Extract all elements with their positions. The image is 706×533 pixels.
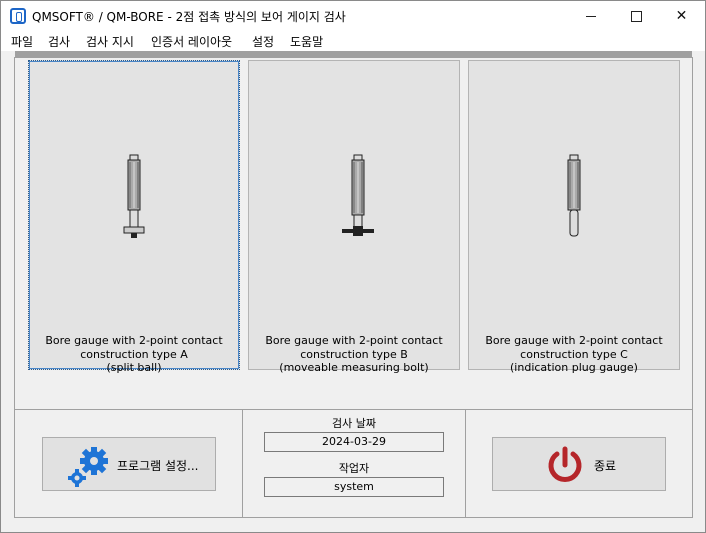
gears-icon — [68, 447, 108, 487]
inspection-date-label: 검사 날짜 — [332, 417, 376, 430]
close-button[interactable]: ✕ — [659, 1, 704, 31]
right-divider — [465, 410, 466, 517]
inspection-date-field[interactable]: 2024-03-29 — [264, 432, 444, 452]
title-bar: QMSOFT® / QM-BORE - 2점 접촉 방식의 보어 게이지 검사 … — [1, 1, 705, 31]
main-panel: Bore gauge with 2-point contact construc… — [14, 57, 693, 518]
operator-field[interactable]: system — [264, 477, 444, 497]
menu-bar: 파일 검사 검사 지시 인증서 레이아웃 설정 도움말 — [1, 31, 705, 51]
app-icon — [10, 8, 26, 24]
bore-gauge-plug-icon — [567, 154, 581, 237]
bore-gauge-split-ball-icon — [123, 154, 145, 238]
gauge-type-c-label: Bore gauge with 2-point contact construc… — [485, 334, 663, 374]
gauge-type-b-card[interactable]: Bore gauge with 2-point contact construc… — [248, 60, 460, 374]
gauge-type-c-card[interactable]: Bore gauge with 2-point contact construc… — [468, 60, 680, 374]
menu-settings[interactable]: 설정 — [252, 33, 274, 50]
window-title: QMSOFT® / QM-BORE - 2점 접촉 방식의 보어 게이지 검사 — [32, 10, 346, 24]
program-settings-label: 프로그램 설정... — [117, 459, 199, 473]
minimize-button[interactable] — [569, 1, 614, 31]
operator-label: 작업자 — [338, 462, 370, 475]
menu-certificate-layout[interactable]: 인증서 레이아웃 — [151, 33, 232, 50]
menu-help[interactable]: 도움말 — [290, 33, 323, 50]
gauge-type-a-card[interactable]: Bore gauge with 2-point contact construc… — [28, 60, 240, 374]
gauge-type-b-label: Bore gauge with 2-point contact construc… — [265, 334, 443, 374]
program-settings-button[interactable]: 프로그램 설정... — [42, 437, 216, 491]
app-window: QMSOFT® / QM-BORE - 2점 접촉 방식의 보어 게이지 검사 … — [0, 0, 706, 533]
bottom-divider — [15, 409, 692, 410]
power-icon — [548, 446, 582, 482]
menu-inspection-order[interactable]: 검사 지시 — [86, 33, 134, 50]
menu-inspection[interactable]: 검사 — [48, 33, 70, 50]
bore-gauge-measuring-bolt-icon — [342, 154, 374, 236]
exit-label: 종료 — [594, 459, 617, 473]
maximize-button[interactable] — [614, 1, 659, 31]
menu-file[interactable]: 파일 — [11, 33, 33, 50]
exit-button[interactable]: 종료 — [492, 437, 666, 491]
gauge-type-a-label: Bore gauge with 2-point contact construc… — [45, 334, 223, 374]
left-divider — [242, 410, 243, 517]
